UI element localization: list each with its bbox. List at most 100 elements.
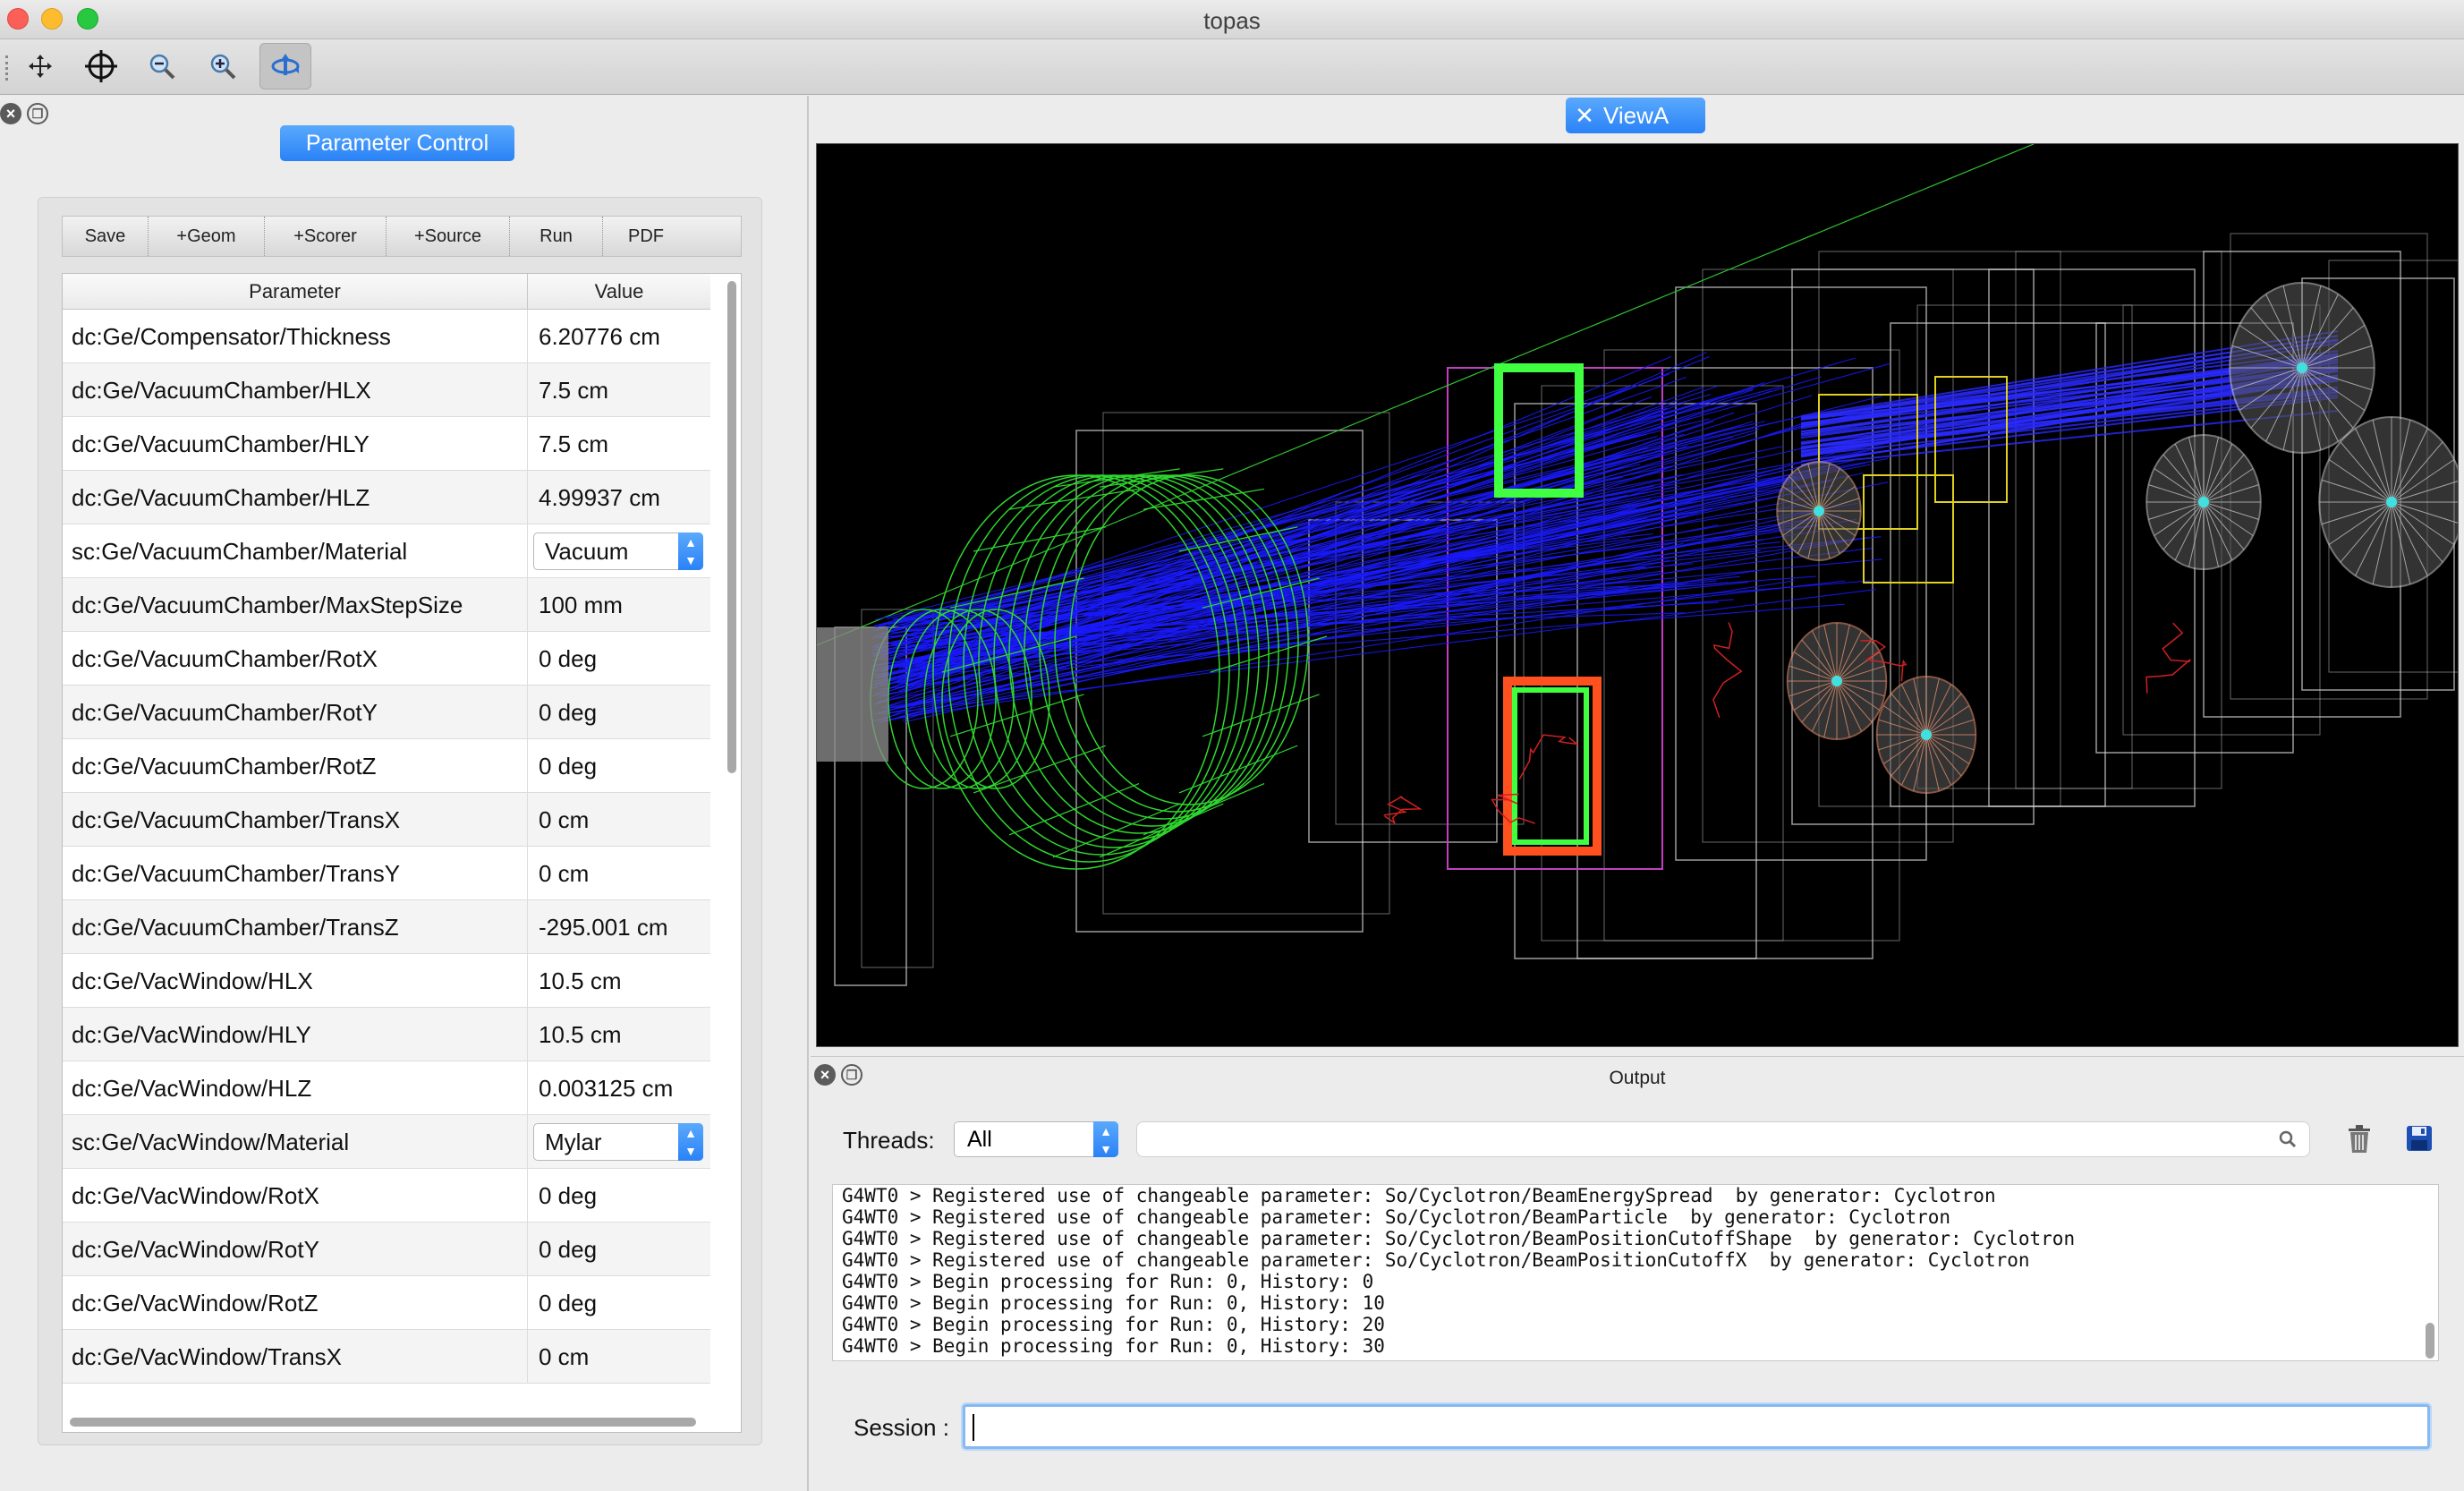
session-command-input[interactable]: [963, 1404, 2430, 1449]
beam-track: [876, 459, 1830, 678]
table-row[interactable]: dc:Ge/VacuumChamber/HLX 7.5 cm: [63, 363, 710, 417]
scrollbar-thumb[interactable]: [2426, 1323, 2434, 1359]
parameter-name-cell: dc:Ge/VacWindow/TransX: [63, 1330, 528, 1383]
table-row[interactable]: dc:Ge/VacWindow/HLY 10.5 cm: [63, 1008, 710, 1061]
parameter-value-cell[interactable]: -295.001 cm: [528, 900, 710, 953]
table-row[interactable]: dc:Ge/VacWindow/TransX 0 cm: [63, 1330, 710, 1384]
move-icon: [29, 55, 52, 78]
table-row[interactable]: dc:Ge/VacWindow/HLX 10.5 cm: [63, 954, 710, 1008]
zoom-out-button[interactable]: [136, 43, 188, 89]
text-caret: [973, 1414, 974, 1441]
parameter-value-cell[interactable]: 0 deg: [528, 1223, 710, 1275]
parameter-name-cell: dc:Ge/VacWindow/HLX: [63, 954, 528, 1007]
table-row[interactable]: dc:Ge/VacuumChamber/TransX 0 cm: [63, 793, 710, 847]
scrollbar-thumb[interactable]: [70, 1418, 696, 1427]
table-row[interactable]: dc:Ge/VacuumChamber/RotZ 0 deg: [63, 739, 710, 793]
parameter-panel: Save +Geom +Scorer +Source Run PDF Param…: [38, 197, 762, 1445]
table-body: dc:Ge/Compensator/Thickness 6.20776 cm dc:…: [63, 310, 710, 1384]
material-select[interactable]: Mylar ▲ ▼: [533, 1123, 703, 1161]
dock-title: Output: [1609, 1068, 1666, 1088]
parameter-name-cell: dc:Ge/VacuumChamber/TransY: [63, 847, 528, 899]
disc-hub: [2386, 497, 2397, 507]
parameter-action-bar: Save +Geom +Scorer +Source Run PDF: [62, 216, 742, 257]
save-button[interactable]: Save: [63, 217, 149, 256]
log-vertical-scrollbar[interactable]: [2424, 1189, 2436, 1359]
parameter-value-cell[interactable]: 0 deg: [528, 1276, 710, 1329]
table-row[interactable]: dc:Ge/VacuumChamber/TransY 0 cm: [63, 847, 710, 900]
parameter-value-cell[interactable]: 4.99937 cm: [528, 471, 710, 524]
table-row[interactable]: dc:Ge/Compensator/Thickness 6.20776 cm: [63, 310, 710, 363]
save-output-button[interactable]: [2405, 1124, 2434, 1157]
table-row[interactable]: sc:Ge/VacWindow/Material Mylar ▲ ▼: [63, 1115, 710, 1169]
beam-track: [873, 467, 1785, 654]
3d-viewport[interactable]: [816, 143, 2459, 1047]
beam-track: [880, 447, 1877, 687]
pick-tool-button[interactable]: [75, 43, 127, 89]
parameter-value-cell[interactable]: 0 cm: [528, 1330, 710, 1383]
scrollbar-thumb[interactable]: [727, 281, 736, 773]
table-horizontal-scrollbar[interactable]: [70, 1416, 696, 1428]
tab-viewa[interactable]: ✕ ViewA: [1566, 98, 1705, 133]
add-source-button[interactable]: +Source: [387, 217, 510, 256]
parameter-name-cell: dc:Ge/VacuumChamber/MaxStepSize: [63, 578, 528, 631]
parameter-value-cell[interactable]: 7.5 cm: [528, 363, 710, 416]
material-select[interactable]: Vacuum ▲ ▼: [533, 532, 703, 570]
zoom-out-icon: [149, 54, 175, 80]
toolbar-grip[interactable]: [5, 55, 9, 81]
run-button[interactable]: Run: [510, 217, 603, 256]
move-tool-button[interactable]: [14, 43, 66, 89]
parameter-value-cell[interactable]: 0.003125 cm: [528, 1061, 710, 1114]
rotate-icon: [271, 54, 300, 75]
table-row[interactable]: dc:Ge/VacWindow/HLZ 0.003125 cm: [63, 1061, 710, 1115]
parameter-value-cell[interactable]: Mylar ▲ ▼: [528, 1115, 710, 1168]
table-row[interactable]: dc:Ge/VacuumChamber/RotX 0 deg: [63, 632, 710, 686]
dock-close-button[interactable]: ×: [0, 103, 21, 124]
table-row[interactable]: dc:Ge/VacWindow/RotX 0 deg: [63, 1169, 710, 1223]
parameter-value-cell[interactable]: 100 mm: [528, 578, 710, 631]
output-filter-input[interactable]: [1136, 1121, 2310, 1157]
parameter-value-cell[interactable]: 10.5 cm: [528, 1008, 710, 1061]
geometry-scene[interactable]: [817, 144, 2459, 1047]
parameter-name-cell: dc:Ge/VacuumChamber/HLY: [63, 417, 528, 470]
table-row[interactable]: dc:Ge/VacuumChamber/HLY 7.5 cm: [63, 417, 710, 471]
table-row[interactable]: dc:Ge/VacuumChamber/RotY 0 deg: [63, 686, 710, 739]
table-row[interactable]: dc:Ge/VacuumChamber/MaxStepSize 100 mm: [63, 578, 710, 632]
add-geom-button[interactable]: +Geom: [149, 217, 265, 256]
parameter-name-cell: dc:Ge/VacuumChamber/RotZ: [63, 739, 528, 792]
parameter-value-cell[interactable]: 10.5 cm: [528, 954, 710, 1007]
select-value: Vacuum: [545, 538, 629, 565]
log-line: G4WT0 > Begin processing for Run: 0, His…: [842, 1314, 1385, 1335]
parameter-value-cell[interactable]: 0 deg: [528, 686, 710, 738]
parameter-name-cell: dc:Ge/VacuumChamber/RotX: [63, 632, 528, 685]
clear-output-button[interactable]: [2346, 1124, 2373, 1159]
table-row[interactable]: dc:Ge/VacuumChamber/TransZ -295.001 cm: [63, 900, 710, 954]
table-row[interactable]: sc:Ge/VacuumChamber/Material Vacuum ▲ ▼: [63, 524, 710, 578]
parameter-name-cell: dc:Ge/VacuumChamber/RotY: [63, 686, 528, 738]
pdf-button[interactable]: PDF: [603, 217, 741, 256]
parameter-value-cell[interactable]: 0 cm: [528, 793, 710, 846]
output-log[interactable]: G4WT0 > Registered use of changeable par…: [832, 1184, 2439, 1361]
add-scorer-button[interactable]: +Scorer: [265, 217, 387, 256]
column-header-value[interactable]: Value: [528, 274, 710, 310]
close-icon[interactable]: ✕: [1575, 98, 1594, 133]
parameter-value-cell[interactable]: 0 cm: [528, 847, 710, 899]
dock-float-button[interactable]: ❐: [27, 103, 48, 124]
parameter-value-cell[interactable]: 6.20776 cm: [528, 310, 710, 362]
table-row[interactable]: dc:Ge/VacuumChamber/HLZ 4.99937 cm: [63, 471, 710, 524]
parameter-value-cell[interactable]: 0 deg: [528, 739, 710, 792]
wire-cylinder: [1008, 782, 1140, 836]
parameter-value-cell[interactable]: 0 deg: [528, 1169, 710, 1222]
table-row[interactable]: dc:Ge/VacWindow/RotZ 0 deg: [63, 1276, 710, 1330]
column-header-parameter[interactable]: Parameter: [63, 274, 528, 310]
parameter-name-cell: dc:Ge/VacWindow/RotY: [63, 1223, 528, 1275]
parameter-value-cell[interactable]: 0 deg: [528, 632, 710, 685]
disc-hub: [2198, 497, 2209, 507]
parameter-value-cell[interactable]: 7.5 cm: [528, 417, 710, 470]
parameter-value-cell[interactable]: Vacuum ▲ ▼: [528, 524, 710, 577]
table-row[interactable]: dc:Ge/VacWindow/RotY 0 deg: [63, 1223, 710, 1276]
output-dock: × ❐ Output Threads: All ▲ ▼ G4WT0 > Regi…: [811, 1056, 2464, 1491]
table-vertical-scrollbar[interactable]: [725, 281, 737, 1418]
rotate-tool-button[interactable]: [259, 43, 311, 89]
zoom-in-button[interactable]: [197, 43, 249, 89]
threads-select[interactable]: All ▲ ▼: [954, 1121, 1118, 1157]
